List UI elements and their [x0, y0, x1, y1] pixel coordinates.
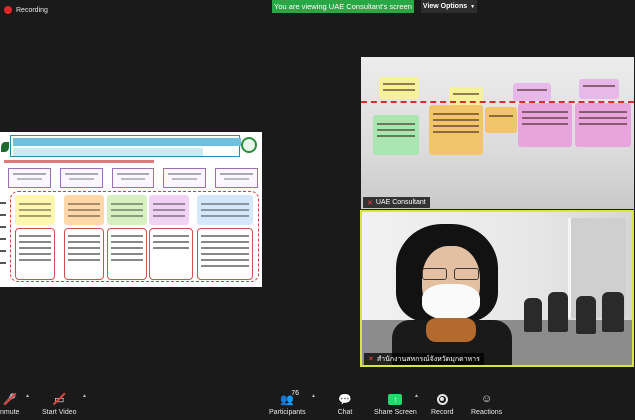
participants-count: 76 — [291, 390, 300, 397]
slide-caption — [4, 160, 154, 163]
record-label: Record — [431, 409, 454, 416]
meeting-toolbar: 🎤 nmute ▲ ▭ Start Video ▲ 👥 76 Participan… — [0, 389, 635, 420]
sticky-note — [485, 107, 517, 133]
chair — [602, 292, 624, 332]
detail-box — [197, 228, 253, 280]
detail-box — [149, 228, 193, 280]
recording-label: Recording — [16, 6, 48, 14]
slide-goal-box — [111, 168, 155, 188]
sticky-note — [575, 103, 631, 147]
participant-tile-active-speaker[interactable]: ✕ สำนักงานสหกรณ์จังหวัดมุกดาหาร — [360, 210, 634, 367]
chevron-down-icon: ▼ — [470, 3, 476, 10]
participants-label: Participants — [269, 409, 306, 416]
chat-button[interactable]: 💬 Chat — [337, 392, 353, 417]
chat-label: Chat — [337, 409, 353, 416]
muted-mic-icon: ✕ — [367, 199, 373, 207]
strategy-box — [64, 195, 104, 225]
audio-options-chevron-icon[interactable]: ▲ — [25, 393, 30, 399]
participant-name-tag: ✕ UAE Consultant — [363, 197, 430, 208]
sticky-note — [518, 103, 572, 147]
start-video-label: Start Video — [42, 409, 77, 416]
slide-goal-box — [163, 168, 207, 188]
slide-goal-row — [8, 168, 258, 188]
sticky-note — [579, 79, 619, 99]
slide-title-box — [10, 135, 241, 157]
detail-box — [64, 228, 104, 280]
unmute-button[interactable]: 🎤 nmute — [0, 392, 20, 417]
unmute-label: nmute — [0, 409, 20, 416]
detail-box — [15, 228, 55, 280]
slide-title-line — [13, 138, 241, 146]
muted-mic-icon: ✕ — [368, 356, 374, 363]
detail-box — [107, 228, 147, 280]
participants-icon: 👥 76 — [280, 390, 300, 406]
strategy-box — [107, 195, 147, 225]
slide-goal-box — [8, 168, 51, 188]
slide-logo — [241, 137, 257, 153]
participant-name-tag: ✕ สำนักงานสหกรณ์จังหวัดมุกดาหาร — [364, 353, 484, 365]
strategy-box — [15, 195, 55, 225]
viewing-screen-banner: You are viewing UAE Consultant's screen — [272, 0, 414, 13]
recording-dot-icon — [4, 6, 12, 14]
share-screen-icon: ↑ — [388, 393, 403, 405]
leaf-decoration — [1, 142, 9, 152]
share-screen-label: Share Screen — [374, 409, 417, 416]
chair — [548, 292, 568, 332]
participant-name: UAE Consultant — [375, 199, 426, 206]
slide-subtitle-line — [13, 148, 203, 156]
participants-button[interactable]: 👥 76 Participants — [269, 390, 306, 416]
view-options-button[interactable]: View Options ▼ — [421, 0, 477, 13]
slide-strategy-area — [10, 191, 259, 282]
video-options-chevron-icon[interactable]: ▲ — [82, 393, 87, 399]
participant-tile-uae-consultant[interactable]: ✕ UAE Consultant — [361, 57, 634, 209]
record-button[interactable]: Record — [431, 392, 454, 416]
participants-options-chevron-icon[interactable]: ▲ — [311, 393, 316, 399]
slide-side-text — [0, 192, 6, 282]
sticky-note — [513, 83, 551, 101]
share-options-chevron-icon[interactable]: ▲ — [414, 393, 419, 399]
shared-screen — [0, 132, 262, 287]
record-icon — [436, 393, 448, 405]
face-mask — [422, 284, 480, 320]
participant-person — [392, 224, 512, 365]
chair — [524, 298, 542, 332]
strategy-box — [149, 195, 189, 225]
sticky-note — [379, 77, 419, 99]
slide-goal-box — [215, 168, 258, 188]
slide-goal-box — [59, 168, 103, 188]
participant-name: สำนักงานสหกรณ์จังหวัดมุกดาหาร — [376, 355, 480, 363]
share-screen-button[interactable]: ↑ Share Screen — [374, 392, 417, 416]
sticky-note — [429, 105, 483, 155]
strategy-box — [197, 195, 253, 225]
chair — [576, 296, 596, 334]
microphone-muted-icon: 🎤 — [2, 393, 17, 406]
reactions-emoji-icon: ☺ — [480, 393, 493, 405]
chat-bubble-icon: 💬 — [338, 393, 352, 406]
video-camera-off-icon: ▭ — [51, 392, 67, 406]
recording-indicator: Recording — [4, 6, 48, 14]
view-options-label: View Options — [422, 3, 468, 10]
sticky-note — [373, 115, 419, 155]
start-video-button[interactable]: ▭ Start Video — [42, 392, 77, 417]
reactions-button[interactable]: ☺ Reactions — [471, 392, 502, 416]
reactions-label: Reactions — [471, 409, 503, 416]
